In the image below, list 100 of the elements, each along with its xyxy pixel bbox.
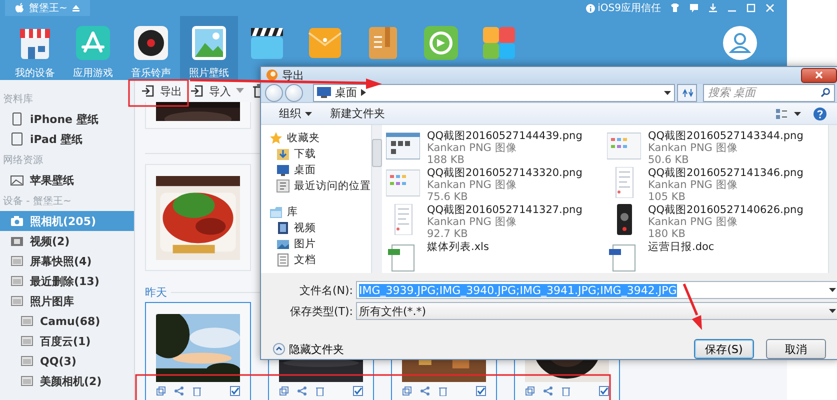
toolbar-button[interactable]: 导出 bbox=[139, 82, 184, 100]
message-icon[interactable] bbox=[689, 3, 699, 13]
share-icon[interactable] bbox=[174, 386, 184, 396]
nav-tab[interactable]: 照片壁纸 bbox=[180, 16, 238, 80]
trash-icon[interactable] bbox=[561, 386, 571, 396]
clapperboard-icon bbox=[249, 25, 285, 61]
refresh-button[interactable] bbox=[677, 84, 697, 102]
close-button[interactable] bbox=[801, 68, 837, 83]
envelope-icon bbox=[307, 25, 343, 61]
field-label: 保存类型(T): bbox=[288, 304, 354, 318]
dropdown-icon[interactable] bbox=[664, 90, 671, 95]
chevron-icon bbox=[361, 89, 366, 96]
trash-icon[interactable] bbox=[438, 386, 448, 396]
sidebar-item[interactable]: 屏幕快照(4) bbox=[0, 251, 134, 271]
highlight-box bbox=[128, 79, 189, 107]
share-icon[interactable] bbox=[420, 386, 430, 396]
file-item[interactable]: 媒体列表.xls bbox=[386, 241, 607, 273]
picture-frame-icon bbox=[10, 173, 24, 187]
eject-icon[interactable] bbox=[72, 4, 80, 12]
copy-icon[interactable] bbox=[156, 386, 166, 396]
recent-places-icon bbox=[276, 179, 290, 193]
nav-pane-item[interactable]: 最近访问的位置 bbox=[269, 178, 371, 194]
file-item[interactable]: QQ截图20160527143320.png Kankan PNG 图像 75.6 KB bbox=[386, 167, 607, 204]
checkbox[interactable] bbox=[599, 386, 609, 396]
nav-pane-item[interactable]: 收藏夹 bbox=[269, 130, 371, 146]
file-thumbnail bbox=[607, 130, 641, 161]
copy-icon[interactable] bbox=[525, 386, 535, 396]
nav-pane-item[interactable]: 桌面 bbox=[269, 162, 371, 178]
import-icon bbox=[190, 84, 204, 98]
sidebar-item[interactable]: 美颜相机(2) bbox=[0, 371, 134, 391]
scrollbar[interactable] bbox=[828, 125, 837, 273]
sidebar-item[interactable]: 照片图库 bbox=[0, 291, 134, 311]
file-item[interactable]: QQ截图20160527140626.png Kankan PNG 图像 180 KB bbox=[607, 204, 828, 241]
trash-icon[interactable] bbox=[192, 386, 202, 396]
download-folder-icon bbox=[276, 147, 290, 161]
share-icon[interactable] bbox=[297, 386, 307, 396]
command-button[interactable]: 组织 bbox=[273, 104, 318, 124]
file-thumbnail bbox=[386, 130, 420, 161]
nav-pane-item[interactable]: 图片 bbox=[269, 236, 371, 252]
checkbox[interactable] bbox=[230, 386, 240, 396]
date-heading: 昨天 bbox=[145, 284, 167, 300]
scrollbar[interactable] bbox=[371, 125, 382, 273]
sync-icon bbox=[423, 25, 459, 61]
maximize-icon[interactable] bbox=[746, 3, 756, 13]
documents-library-icon bbox=[276, 253, 290, 267]
dropdown-icon[interactable] bbox=[829, 288, 836, 292]
sidebar-item[interactable]: Camu(68) bbox=[0, 311, 134, 331]
sidebar-item[interactable]: QQ(3) bbox=[0, 351, 134, 371]
trash-icon[interactable] bbox=[315, 386, 325, 396]
nav-pane-item[interactable]: 库 bbox=[269, 204, 371, 220]
album-icon bbox=[20, 314, 34, 328]
refresh-icon bbox=[681, 88, 693, 98]
arrow bbox=[682, 284, 702, 330]
close-icon[interactable] bbox=[765, 3, 775, 13]
share-icon[interactable] bbox=[543, 386, 553, 396]
file-item[interactable]: QQ截图20160527141327.png Kankan PNG 图像 92.7 KB bbox=[386, 204, 607, 241]
help-icon[interactable] bbox=[813, 106, 827, 121]
toolbar-button[interactable]: 导入 bbox=[188, 82, 246, 100]
nav-pane-item[interactable]: 文档 bbox=[269, 252, 371, 268]
apple-icon bbox=[15, 3, 24, 13]
search-icon bbox=[821, 88, 830, 98]
hide-folders-button[interactable]: 隐藏文件夹 bbox=[273, 342, 344, 356]
search-field[interactable]: 搜索 桌面 bbox=[703, 84, 835, 102]
dialog-button[interactable]: 取消 bbox=[766, 339, 826, 359]
album-icon bbox=[20, 334, 34, 348]
checkbox[interactable] bbox=[353, 386, 363, 396]
copy-icon[interactable] bbox=[402, 386, 412, 396]
nav-pane-item[interactable]: 下载 bbox=[269, 146, 371, 162]
dialog-button[interactable]: 保存(S) bbox=[694, 339, 754, 359]
tablet-icon bbox=[10, 132, 24, 146]
pictures-library-icon bbox=[276, 237, 290, 251]
file-type-dropdown[interactable]: 所有文件(*.*) bbox=[356, 302, 837, 320]
caret-icon bbox=[794, 112, 801, 116]
info-icon bbox=[586, 4, 595, 12]
file-item[interactable]: QQ截图20160527143344.png Kankan PNG 图像 50.6 KB bbox=[607, 130, 828, 167]
file-item[interactable]: QQ截图20160527144439.png Kankan PNG 图像 188 KB bbox=[386, 130, 607, 167]
sidebar-item[interactable]: 视频(2) bbox=[0, 231, 134, 251]
collapse-icon bbox=[273, 343, 285, 355]
command-button[interactable]: 新建文件夹 bbox=[324, 104, 391, 124]
sidebar-item[interactable]: iPhone 壁纸 bbox=[0, 109, 134, 129]
album-icon bbox=[10, 294, 24, 308]
nav-pane-item[interactable]: 视频 bbox=[269, 220, 371, 236]
export-icon bbox=[141, 84, 155, 98]
tiles-icon bbox=[481, 25, 517, 61]
forward-button[interactable] bbox=[285, 84, 303, 102]
sidebar-item[interactable]: 苹果壁纸 bbox=[0, 170, 134, 190]
shirt-icon[interactable] bbox=[670, 3, 680, 13]
camera-icon bbox=[10, 214, 24, 228]
copy-icon[interactable] bbox=[279, 386, 289, 396]
album-icon bbox=[20, 354, 34, 368]
sidebar-item[interactable]: iPad 壁纸 bbox=[0, 129, 134, 149]
file-item[interactable]: 运营日报.doc bbox=[607, 241, 828, 273]
album-icon bbox=[10, 254, 24, 268]
download-icon[interactable] bbox=[708, 3, 718, 13]
sidebar-item[interactable]: 百度云(1) bbox=[0, 331, 134, 351]
address-bar[interactable]: 桌面 bbox=[313, 84, 675, 102]
file-item[interactable]: QQ截图20160527141346.png Kankan PNG 图像 105 KB bbox=[607, 167, 828, 204]
sidebar-item[interactable]: 最近删除(13) bbox=[0, 271, 134, 291]
checkbox[interactable] bbox=[476, 386, 486, 396]
photo-card[interactable] bbox=[145, 302, 251, 400]
